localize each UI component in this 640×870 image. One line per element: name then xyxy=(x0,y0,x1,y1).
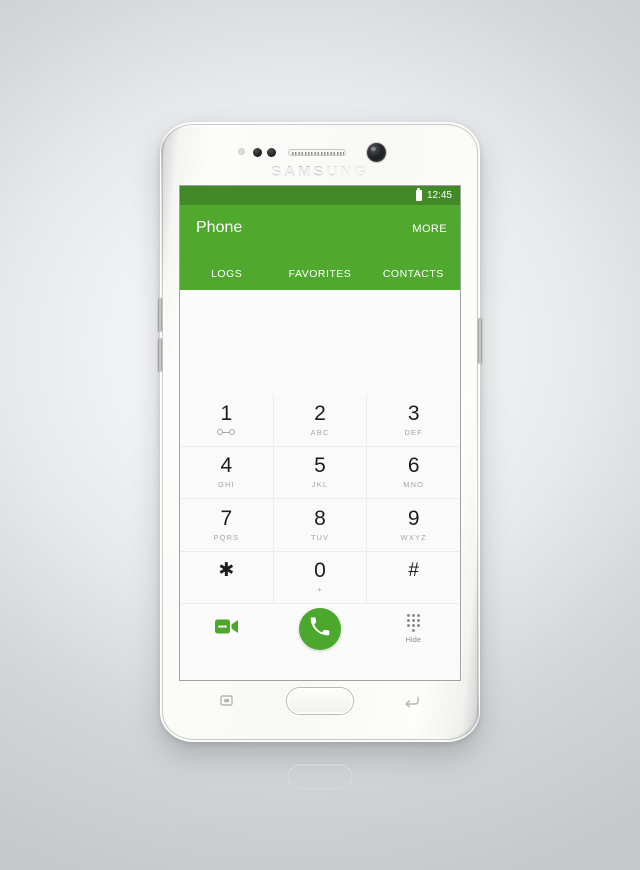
key-digit: 0 xyxy=(314,559,326,583)
front-camera-icon xyxy=(367,143,386,162)
samsung-phone-device: SAMSUNG 12:45 Phone MORE LOGS FAVORITES … xyxy=(158,122,482,742)
dialpad-row: ✱ 0 + # xyxy=(180,551,460,604)
light-sensor-icon xyxy=(253,148,262,157)
hide-label: Hide xyxy=(405,635,422,644)
number-display-field[interactable] xyxy=(180,290,460,394)
reflection-screen xyxy=(180,804,460,860)
key-letters: DEF xyxy=(404,427,423,437)
video-call-icon xyxy=(214,618,239,640)
hide-keypad-button[interactable]: Hide xyxy=(367,614,460,644)
key-digit: 2 xyxy=(314,401,326,425)
key-digit: 4 xyxy=(220,454,233,478)
video-call-button[interactable] xyxy=(180,618,273,640)
key-letters: + xyxy=(317,585,323,595)
key-digit: 9 xyxy=(407,506,420,530)
dialpad-key-4[interactable]: 4 GHI xyxy=(180,446,274,499)
key-letters: JKL xyxy=(311,480,329,490)
dialpad-key-7[interactable]: 7 PQRS xyxy=(180,499,274,552)
dialpad-key-3[interactable]: 3 DEF xyxy=(367,394,460,447)
status-bar: 12:45 xyxy=(180,186,460,205)
more-button[interactable]: MORE xyxy=(412,223,447,235)
dialpad-key-9[interactable]: 9 WXYZ xyxy=(367,499,460,552)
tab-bar: LOGS FAVORITES CONTACTS xyxy=(180,257,460,290)
samsung-brand-logo: SAMSUNG xyxy=(160,163,480,180)
proximity-sensor-icon xyxy=(238,148,245,155)
key-letters: ABC xyxy=(310,427,330,437)
dialpad-key-star[interactable]: ✱ xyxy=(180,551,274,604)
key-letters: GHI xyxy=(218,480,235,490)
power-button[interactable] xyxy=(478,318,482,364)
dialpad-key-1[interactable]: 1 xyxy=(180,394,274,447)
key-digit: 6 xyxy=(407,454,420,478)
dialpad-key-6[interactable]: 6 MNO xyxy=(367,447,460,499)
volume-up-button[interactable] xyxy=(158,298,162,332)
dialpad-key-2[interactable]: 2 ABC xyxy=(273,394,368,447)
dialpad-key-5[interactable]: 5 JKL xyxy=(273,446,368,499)
recent-apps-icon[interactable] xyxy=(220,694,236,708)
dialpad-key-hash[interactable]: # xyxy=(367,552,460,604)
key-digit: 1 xyxy=(220,401,233,425)
reflection-home-button xyxy=(287,764,353,790)
status-bar-time: 12:45 xyxy=(426,190,452,201)
key-letters: TUV xyxy=(310,532,330,542)
key-digit: 5 xyxy=(314,454,326,478)
call-icon xyxy=(309,616,330,642)
iris-sensor-icon xyxy=(267,148,276,157)
key-digit: 3 xyxy=(407,401,420,425)
battery-icon xyxy=(415,188,422,201)
earpiece-speaker-icon xyxy=(288,149,346,156)
tab-contacts[interactable]: CONTACTS xyxy=(367,268,460,280)
dialpad: 1 2 ABC 3 DEF 4 GHI 5 JKL 6 MNO 7 PQRS 8… xyxy=(180,394,460,604)
key-digit: 8 xyxy=(314,506,326,530)
tab-logs[interactable]: LOGS xyxy=(180,268,273,280)
dialpad-key-8[interactable]: 8 TUV xyxy=(273,499,368,552)
dialpad-row: 7 PQRS 8 TUV 9 WXYZ xyxy=(180,499,460,552)
voicemail-icon xyxy=(217,428,236,437)
key-digit: 7 xyxy=(220,506,233,530)
page-title: Phone xyxy=(196,219,243,236)
key-letters: MNO xyxy=(403,480,425,490)
key-letters: PQRS xyxy=(213,532,240,542)
dialpad-key-0[interactable]: 0 + xyxy=(273,551,368,604)
phone-reflection xyxy=(160,742,480,860)
key-letters: WXYZ xyxy=(400,532,427,542)
key-digit: ✱ xyxy=(218,560,235,582)
back-icon[interactable] xyxy=(404,694,420,708)
call-button[interactable] xyxy=(273,608,366,650)
phone-screen: 12:45 Phone MORE LOGS FAVORITES CONTACTS… xyxy=(180,186,460,680)
call-button-circle[interactable] xyxy=(298,608,341,650)
action-bar: Hide xyxy=(180,604,460,654)
key-digit: # xyxy=(408,560,419,582)
dialpad-row: 1 2 ABC 3 DEF xyxy=(180,394,460,447)
tab-favorites[interactable]: FAVORITES xyxy=(273,268,366,280)
dialpad-row: 4 GHI 5 JKL 6 MNO xyxy=(180,446,460,499)
app-bar: Phone MORE xyxy=(180,205,460,257)
home-button[interactable] xyxy=(287,688,353,714)
keypad-icon xyxy=(406,614,420,632)
volume-down-button[interactable] xyxy=(158,338,162,372)
